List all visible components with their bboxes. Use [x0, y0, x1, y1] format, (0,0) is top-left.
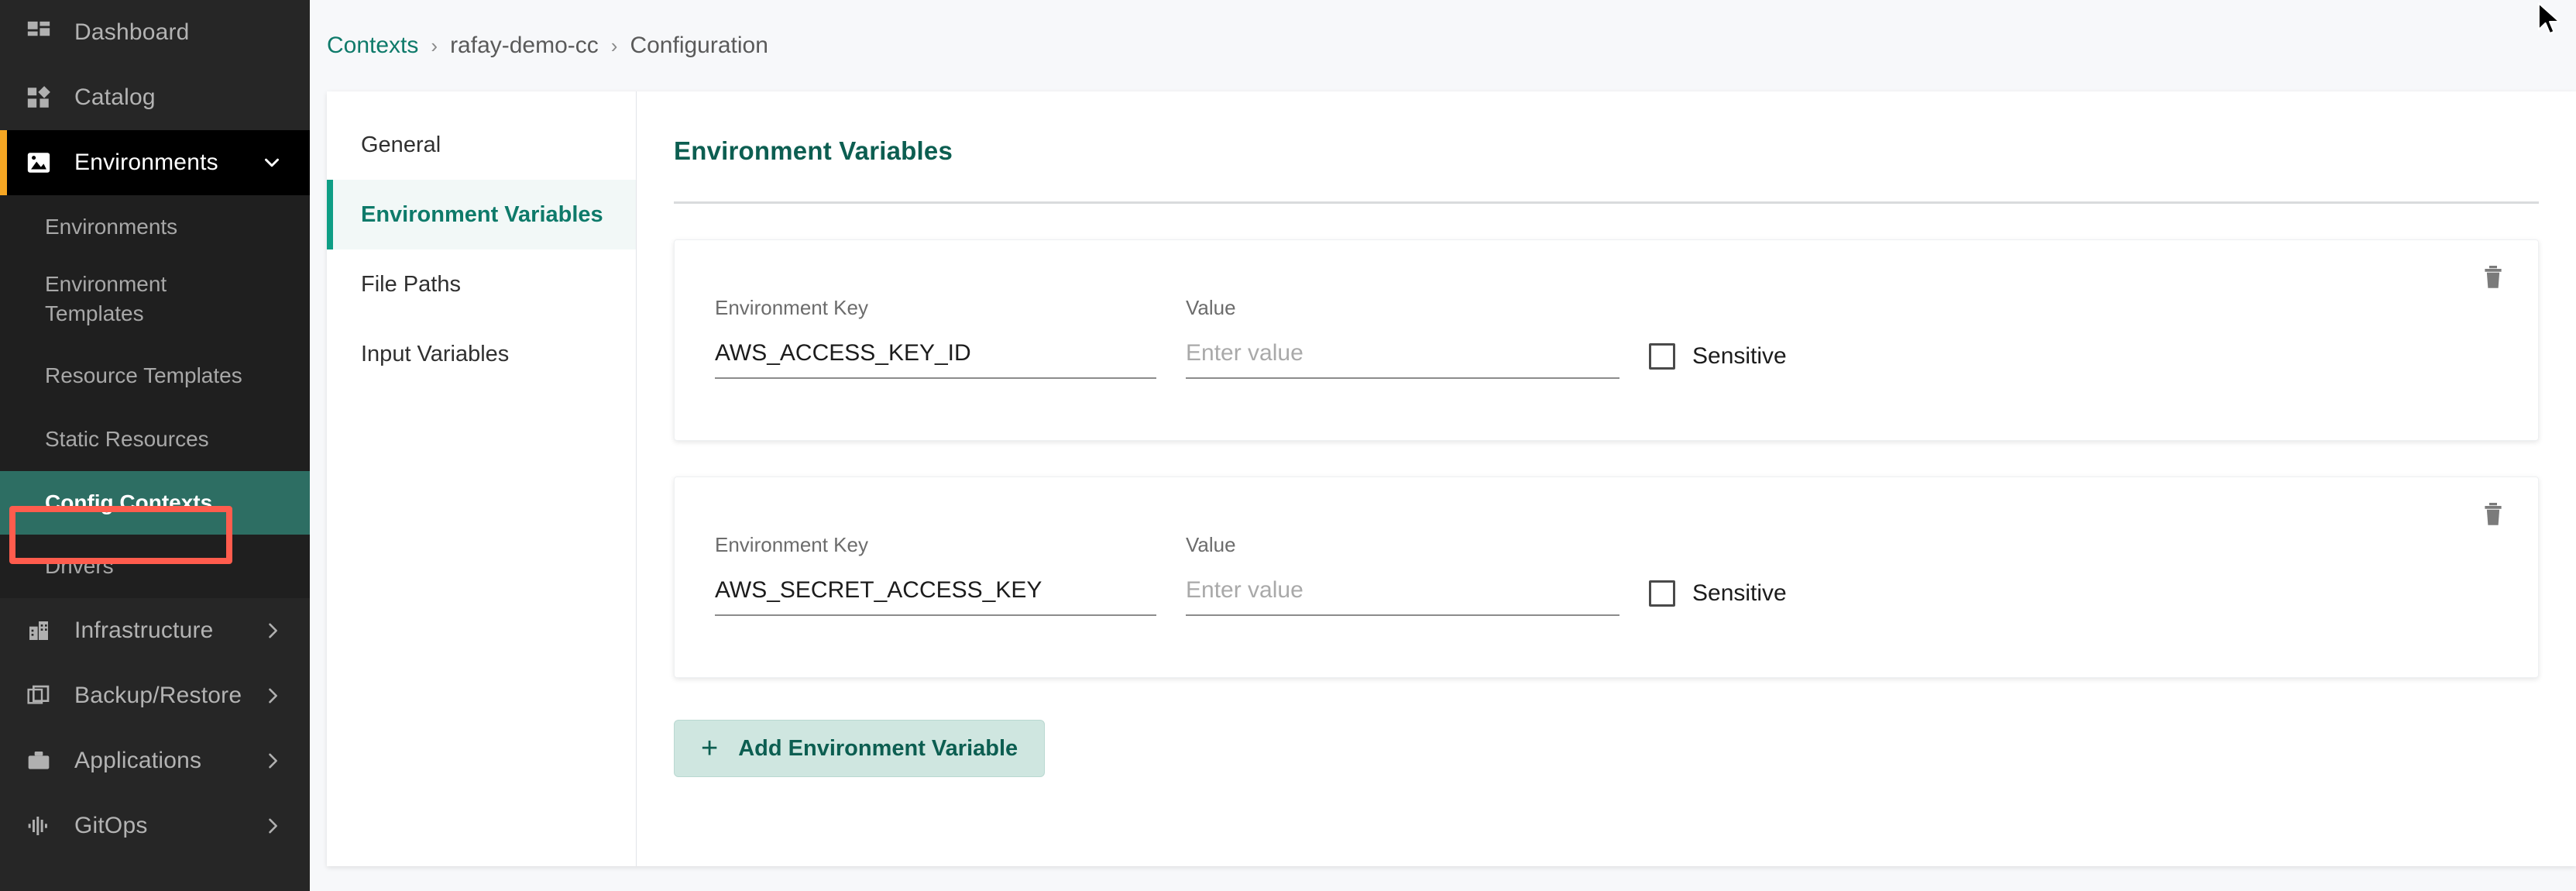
sensitive-label: Sensitive: [1692, 343, 1787, 369]
chevron-right-icon[interactable]: [262, 750, 283, 772]
sidebar-item-dashboard[interactable]: Dashboard: [0, 0, 310, 65]
app-window: Dashboard Catalog Environments Environme…: [0, 0, 2576, 891]
breadcrumb-separator: ›: [431, 33, 438, 57]
tab-file-paths[interactable]: File Paths: [327, 249, 636, 319]
sidebar-item-applications[interactable]: Applications: [0, 728, 310, 793]
breadcrumb-separator: ›: [610, 33, 618, 57]
sidebar-item-label: Environments: [45, 215, 178, 239]
sidebar-group-environments[interactable]: Environments: [0, 130, 310, 195]
settings-tab-list: General Environment Variables File Paths…: [327, 91, 637, 866]
tab-input-variables[interactable]: Input Variables: [327, 319, 636, 389]
environment-variable-list: Environment Key Value Sensitive: [637, 204, 2576, 678]
sidebar-item-label: Applications: [74, 748, 202, 773]
breadcrumb: Contexts › rafay-demo-cc › Configuration: [310, 0, 2576, 91]
tab-label: File Paths: [361, 271, 461, 297]
sidebar-item-label: Dashboard: [74, 19, 190, 45]
sidebar-item-resource-templates[interactable]: Resource Templates: [0, 344, 310, 408]
sensitive-label: Sensitive: [1692, 580, 1787, 606]
sensitive-checkbox[interactable]: [1649, 343, 1675, 370]
sidebar-item-config-contexts[interactable]: Config Contexts: [0, 471, 310, 535]
tab-environment-variables[interactable]: Environment Variables: [327, 180, 636, 249]
field-row: Environment Key Value Sensitive: [715, 533, 2504, 616]
sidebar-item-label: Catalog: [74, 84, 156, 110]
plus-icon: +: [701, 732, 719, 765]
chevron-right-icon[interactable]: [262, 685, 283, 707]
sidebar-item-gitops[interactable]: GitOps: [0, 793, 310, 858]
value-label: Value: [1186, 533, 1236, 556]
sidebar-item-label: Environment Templates: [45, 272, 167, 325]
main-area: Contexts › rafay-demo-cc › Configuration…: [310, 0, 2576, 891]
sidebar-item-static-resources[interactable]: Static Resources: [0, 408, 310, 471]
dashboard-grid-icon: [23, 17, 54, 48]
environment-key-label: Environment Key: [715, 296, 868, 319]
environment-variable-card: Environment Key Value Sensitive: [674, 476, 2539, 678]
gitops-waveform-icon: [23, 810, 54, 841]
catalog-shapes-icon: [23, 82, 54, 113]
sensitive-checkbox[interactable]: [1649, 580, 1675, 607]
trash-icon[interactable]: [2476, 497, 2510, 532]
value-input[interactable]: [1186, 577, 1619, 616]
tab-label: Environment Variables: [361, 201, 603, 227]
sidebar-item-label: Resource Templates: [45, 363, 242, 387]
value-label: Value: [1186, 296, 1236, 319]
chevron-right-icon[interactable]: [262, 620, 283, 642]
configuration-panel: General Environment Variables File Paths…: [327, 91, 2576, 866]
sidebar-item-label: Backup/Restore: [74, 683, 242, 708]
primary-sidebar: Dashboard Catalog Environments Environme…: [0, 0, 310, 891]
environment-key-input[interactable]: [715, 577, 1156, 616]
trash-icon[interactable]: [2476, 260, 2510, 294]
field-row: Environment Key Value Sensitive: [715, 296, 2504, 379]
environment-variables-content: Environment Variables Environment Key AW…: [637, 91, 2576, 866]
tab-general[interactable]: General: [327, 110, 636, 180]
breadcrumb-current-page: Configuration: [630, 33, 768, 58]
value-field-group: Value: [1186, 296, 1619, 379]
environment-key-field-group: Environment Key: [715, 533, 1156, 616]
sidebar-item-label: GitOps: [74, 813, 148, 838]
breadcrumb-link-contexts[interactable]: Contexts: [327, 33, 418, 59]
environment-key-label: Environment Key: [715, 533, 868, 556]
page-title: Environment Variables: [674, 136, 953, 165]
sidebar-item-label: Drivers: [45, 554, 114, 578]
backup-restore-layers-icon: [23, 680, 54, 711]
sensitive-checkbox-group[interactable]: Sensitive: [1649, 580, 1787, 616]
environments-image-icon: [23, 147, 54, 178]
environment-variable-card: Environment Key Value Sensitive: [674, 239, 2539, 441]
sidebar-item-catalog[interactable]: Catalog: [0, 65, 310, 130]
sidebar-item-label: Infrastructure: [74, 618, 214, 643]
environment-key-field-group: Environment Key: [715, 296, 1156, 379]
content-header: Environment Variables: [637, 91, 2576, 166]
applications-briefcase-icon: [23, 745, 54, 776]
add-environment-variable-label: Add Environment Variable: [738, 735, 1018, 761]
environment-key-input[interactable]: [715, 340, 1156, 379]
chevron-right-icon[interactable]: [262, 815, 283, 837]
sidebar-item-environment-templates[interactable]: Environment Templates: [0, 259, 310, 344]
value-field-group: Value: [1186, 533, 1619, 616]
sidebar-item-label: Static Resources: [45, 427, 209, 451]
breadcrumb-context-name[interactable]: rafay-demo-cc: [450, 33, 599, 59]
sidebar-item-drivers[interactable]: Drivers: [0, 535, 310, 598]
sidebar-item-label: Environments: [74, 150, 218, 175]
sidebar-item-backup-restore[interactable]: Backup/Restore: [0, 663, 310, 728]
tab-label: General: [361, 132, 441, 157]
add-environment-variable-button[interactable]: + Add Environment Variable: [674, 720, 1046, 777]
sidebar-item-infrastructure[interactable]: Infrastructure: [0, 598, 310, 663]
infrastructure-building-icon: [23, 615, 54, 646]
sensitive-checkbox-group[interactable]: Sensitive: [1649, 343, 1787, 379]
value-input[interactable]: [1186, 340, 1619, 379]
chevron-down-icon[interactable]: [260, 151, 283, 174]
sidebar-item-label: Config Contexts: [45, 490, 213, 514]
sidebar-item-environments[interactable]: Environments: [0, 195, 310, 259]
tab-label: Input Variables: [361, 341, 510, 366]
